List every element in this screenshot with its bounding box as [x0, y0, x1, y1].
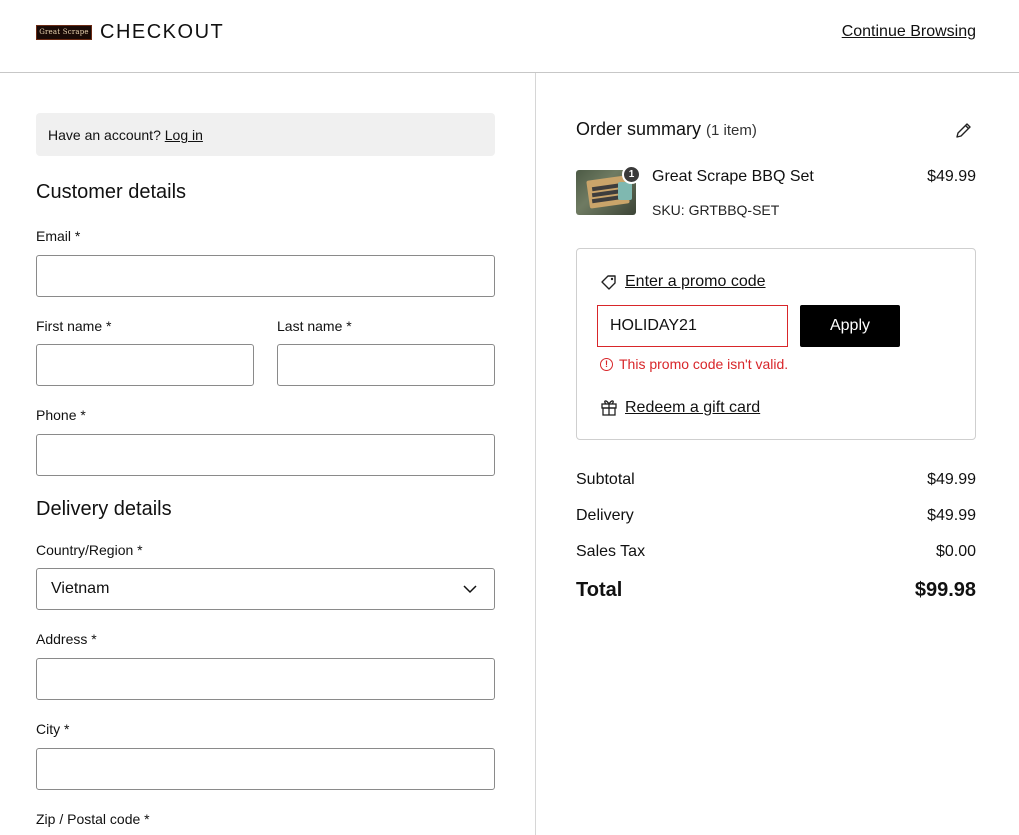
country-label: Country/Region * — [36, 542, 143, 558]
chevron-down-icon — [463, 585, 477, 594]
promo-code-input[interactable] — [597, 305, 788, 347]
account-box: Have an account? Log in — [36, 113, 495, 156]
country-select[interactable]: Vietnam — [36, 568, 495, 610]
phone-label: Phone * — [36, 407, 86, 423]
country-value: Vietnam — [51, 580, 110, 597]
sales-tax-label: Sales Tax — [576, 543, 646, 560]
delivery-details-heading: Delivery details — [36, 498, 172, 520]
tag-icon — [601, 275, 616, 290]
total-value: $99.98 — [914, 579, 976, 601]
subtotal-label: Subtotal — [576, 471, 635, 488]
item-name: Great Scrape BBQ Set — [652, 168, 814, 185]
error-icon: ! — [600, 358, 613, 371]
page-title: CHECKOUT — [100, 21, 225, 43]
delivery-value: $49.99 — [927, 507, 976, 524]
address-label: Address * — [36, 631, 97, 647]
quantity-badge: 1 — [622, 165, 641, 184]
address-field[interactable] — [36, 658, 495, 700]
enter-promo-code-link[interactable]: Enter a promo code — [625, 273, 766, 291]
email-field[interactable] — [36, 255, 495, 297]
edit-icon[interactable] — [954, 120, 974, 140]
last-name-field[interactable] — [277, 344, 495, 386]
first-name-label: First name * — [36, 318, 112, 334]
sales-tax-value: $0.00 — [935, 543, 976, 560]
first-name-field[interactable] — [36, 344, 254, 386]
order-summary-heading: Order summary (1 item) — [576, 119, 757, 140]
column-divider — [535, 73, 536, 835]
item-count: (1 item) — [706, 122, 757, 139]
order-summary-title: Order summary — [576, 119, 702, 139]
total-label: Total — [576, 579, 623, 601]
continue-browsing-link[interactable]: Continue Browsing — [842, 23, 976, 41]
header: Great Scrape CHECKOUT Continue Browsing — [0, 0, 1019, 73]
gift-icon — [601, 400, 617, 416]
account-prompt: Have an account? — [48, 127, 161, 143]
email-label: Email * — [36, 228, 81, 244]
phone-field[interactable] — [36, 434, 495, 476]
customer-details-heading: Customer details — [36, 181, 187, 203]
last-name-label: Last name * — [277, 318, 352, 334]
brand-logo[interactable]: Great Scrape — [36, 25, 92, 40]
login-link[interactable]: Log in — [165, 127, 203, 143]
city-label: City * — [36, 721, 70, 737]
delivery-label: Delivery — [576, 507, 634, 524]
subtotal-value: $49.99 — [927, 471, 976, 488]
apply-button[interactable]: Apply — [800, 305, 900, 347]
city-field[interactable] — [36, 748, 495, 790]
zip-label: Zip / Postal code * — [36, 811, 150, 827]
promo-error-message: This promo code isn't valid. — [619, 356, 789, 372]
item-price: $49.99 — [927, 168, 976, 185]
item-sku: SKU: GRTBBQ-SET — [652, 202, 780, 218]
redeem-gift-card-link[interactable]: Redeem a gift card — [625, 399, 760, 417]
